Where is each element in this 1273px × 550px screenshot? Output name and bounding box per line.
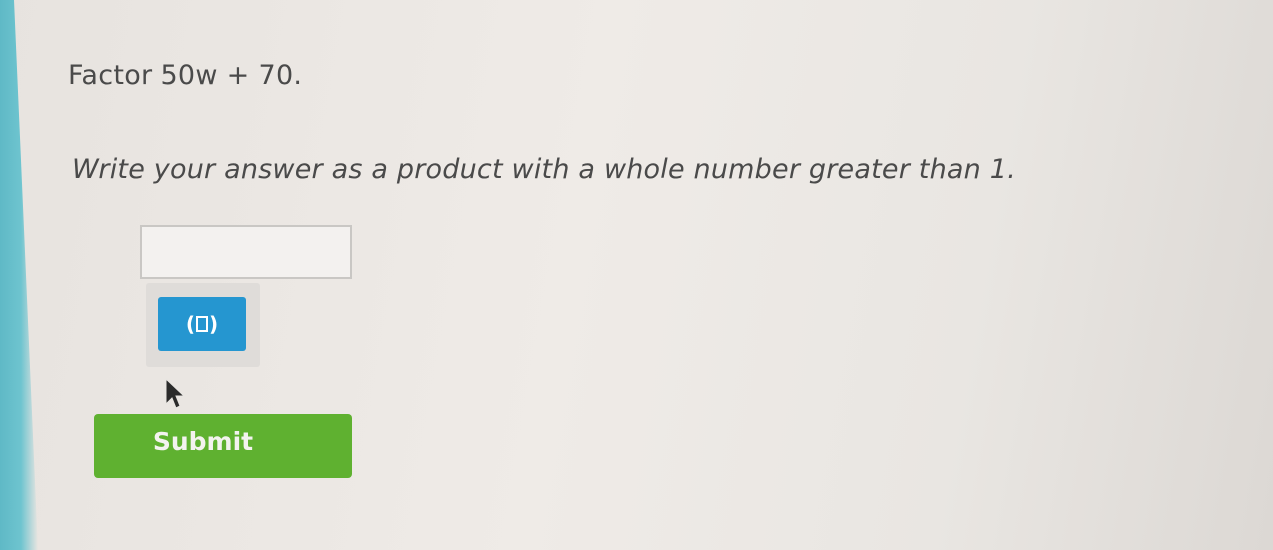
placeholder-box-icon	[196, 316, 208, 332]
parentheses-button[interactable]: ( )	[158, 297, 246, 351]
open-paren-glyph: (	[185, 312, 195, 336]
instruction-text: Write your answer as a product with a wh…	[72, 154, 1016, 185]
close-paren-glyph: )	[209, 312, 219, 336]
exercise-panel: Factor 50w + 70. Write your answer as a p…	[0, 0, 1273, 550]
question-expression: 50w + 70.	[160, 60, 303, 91]
answer-input[interactable]	[140, 225, 352, 279]
parentheses-icon: ( )	[186, 312, 218, 336]
math-keypad: ( )	[146, 283, 260, 367]
submit-button[interactable]: Submit	[94, 414, 352, 478]
mouse-cursor-icon	[165, 378, 186, 409]
question-prompt: Factor	[68, 60, 153, 91]
question-text: Factor 50w + 70.	[68, 60, 302, 91]
